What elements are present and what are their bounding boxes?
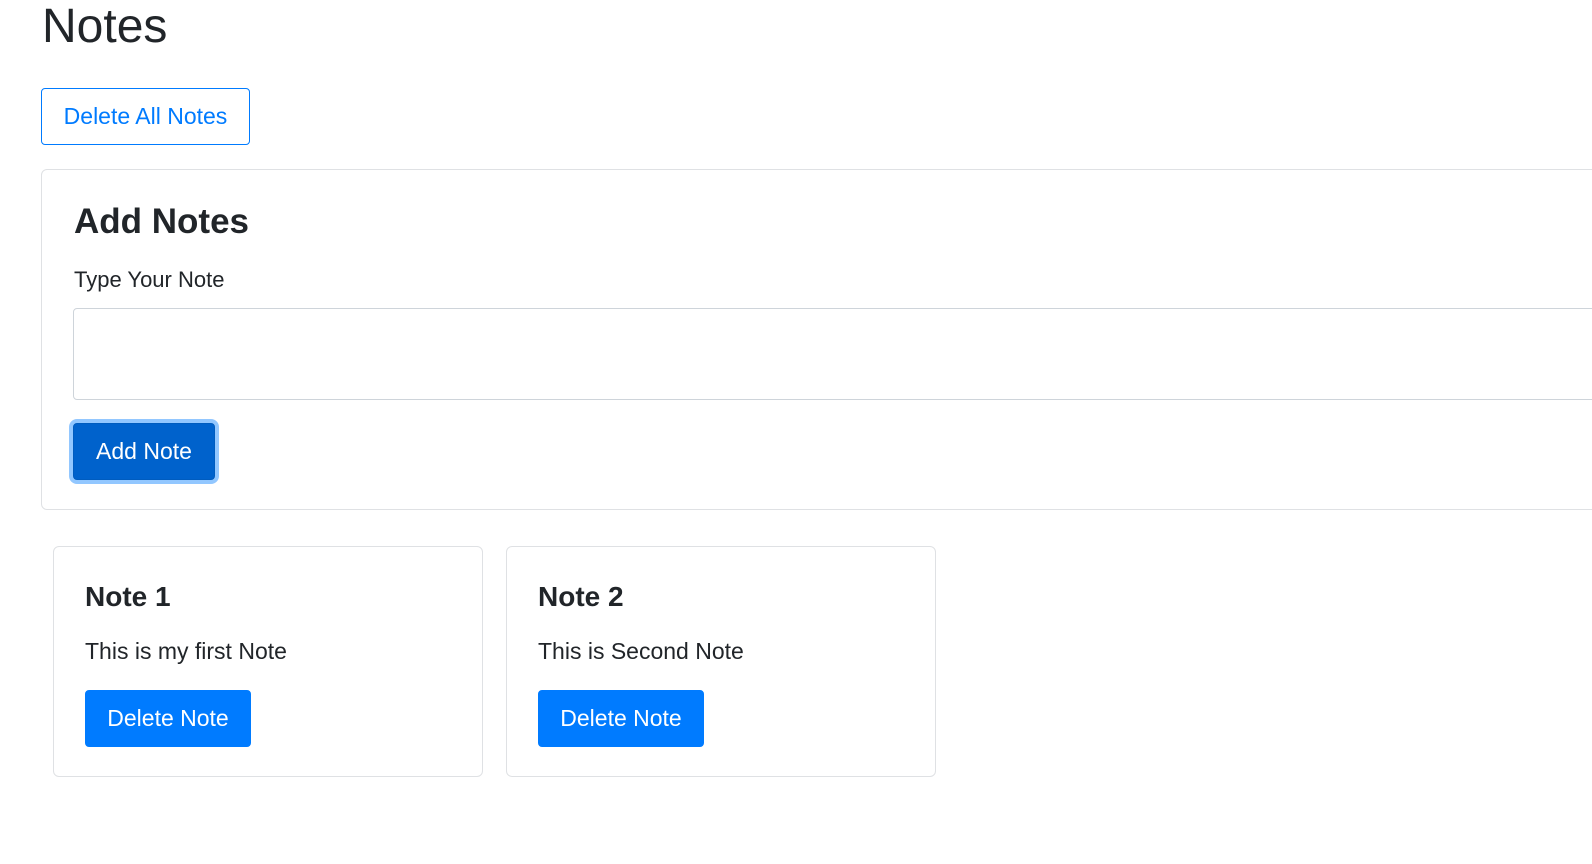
note-title: Note 1 xyxy=(85,581,171,612)
add-notes-heading: Add Notes xyxy=(74,202,249,241)
delete-note-button[interactable]: Delete Note xyxy=(85,690,251,747)
note-title: Note 2 xyxy=(538,581,624,612)
note-textarea[interactable] xyxy=(73,308,1592,400)
add-note-card: Add Notes Type Your Note Add Note xyxy=(41,169,1592,510)
page-title: Notes xyxy=(42,0,168,53)
delete-all-notes-button[interactable]: Delete All Notes xyxy=(41,88,250,145)
note-card: Note 1 This is my first Note Delete Note xyxy=(53,546,483,777)
note-text: This is my first Note xyxy=(85,638,287,664)
note-input-label: Type Your Note xyxy=(74,267,225,292)
note-text: This is Second Note xyxy=(538,638,744,664)
note-card: Note 2 This is Second Note Delete Note xyxy=(506,546,936,777)
delete-note-button[interactable]: Delete Note xyxy=(538,690,704,747)
add-note-button[interactable]: Add Note xyxy=(73,423,215,480)
notes-page: Notes Delete All Notes Add Notes Type Yo… xyxy=(0,0,1592,864)
